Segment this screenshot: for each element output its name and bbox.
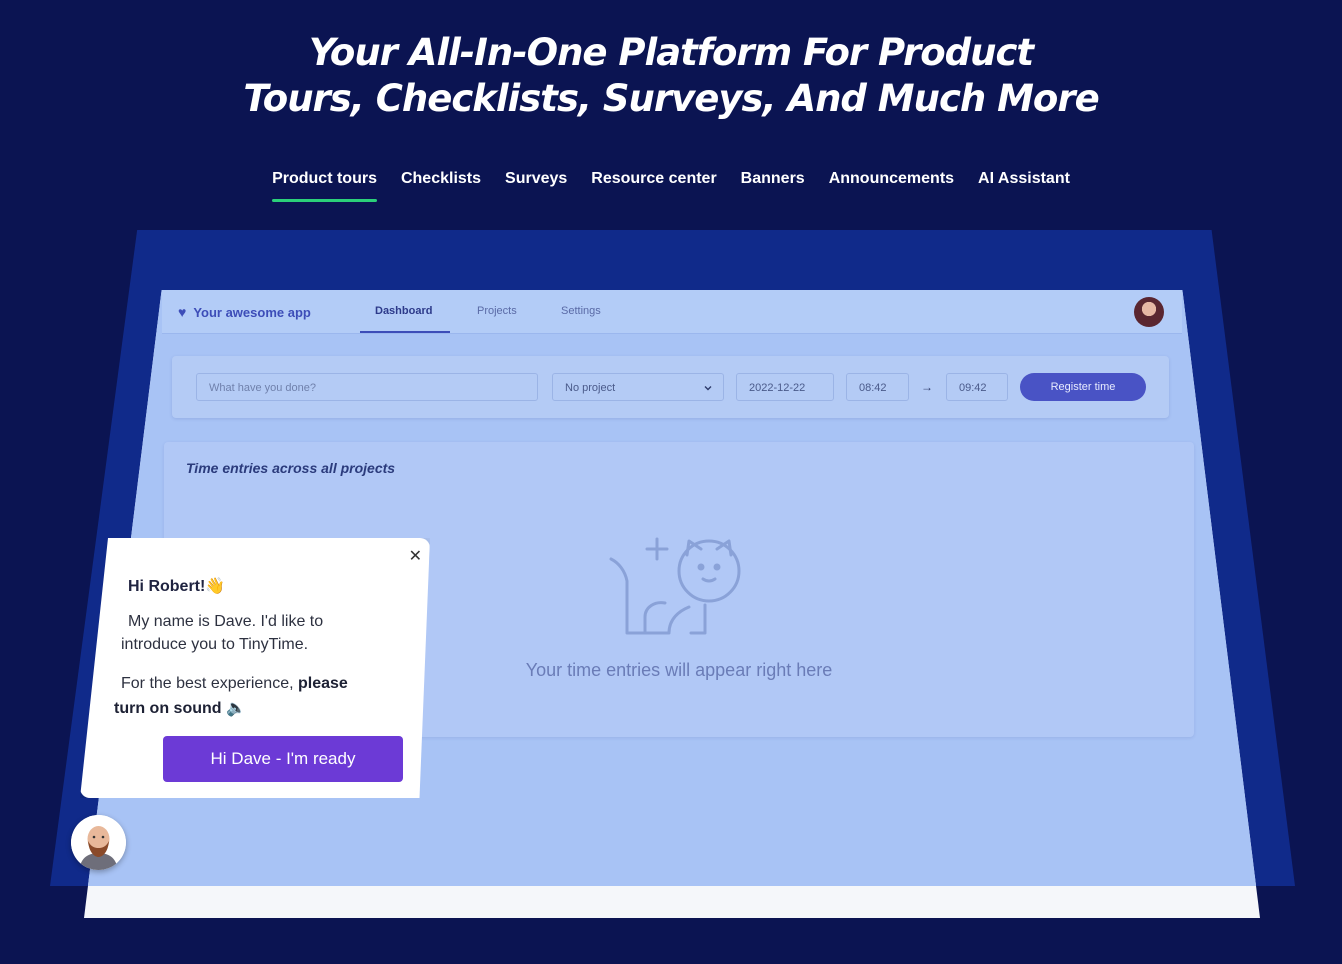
popup-sound-emphasis: please <box>298 675 348 692</box>
app-header: ♥ Your awesome app Dashboard Projects Se… <box>162 290 1182 334</box>
bot-avatar[interactable] <box>71 815 126 870</box>
close-icon[interactable]: ✕ <box>409 546 422 566</box>
speaker-icon: 🔈 <box>225 700 246 717</box>
popup-sound-emphasis-2: turn on sound <box>114 700 222 717</box>
heart-icon: ♥ <box>178 304 187 320</box>
app-nav-settings[interactable]: Settings <box>561 305 601 317</box>
tab-product-tours[interactable]: Product tours <box>272 170 377 202</box>
popup-intro-line-2: introduce you to TinyTime. <box>121 636 309 653</box>
popup-sound-line-2: turn on sound 🔈 <box>114 698 246 718</box>
app-nav-active-indicator <box>360 331 450 333</box>
tab-announcements[interactable]: Announcements <box>829 170 954 202</box>
start-time-input[interactable]: 08:42 <box>846 373 909 401</box>
app-nav-projects[interactable]: Projects <box>477 305 517 317</box>
onboarding-popup: ✕ Hi Robert!👋 My name is Dave. I'd like … <box>80 538 430 798</box>
project-select[interactable]: No project <box>552 373 724 401</box>
popup-greeting: Hi Robert!👋 <box>128 578 226 595</box>
end-time-input[interactable]: 09:42 <box>946 373 1008 401</box>
popup-sound-line-1: For the best experience, please <box>121 675 348 693</box>
hero-title: Your All-In-One Platform For Product Tou… <box>0 30 1342 122</box>
time-entry-form: What have you done? No project 2022-12-2… <box>172 356 1169 418</box>
tab-banners[interactable]: Banners <box>741 170 805 202</box>
chevron-down-icon <box>704 386 712 391</box>
app-brand[interactable]: ♥ Your awesome app <box>178 304 311 320</box>
register-time-button[interactable]: Register time <box>1020 373 1146 401</box>
tab-resource-center[interactable]: Resource center <box>591 170 716 202</box>
popup-intro-line-1: My name is Dave. I'd like to <box>128 613 324 630</box>
popup-sound-text: For the best experience, <box>121 675 294 692</box>
tab-ai-assistant[interactable]: AI Assistant <box>978 170 1070 202</box>
project-select-value: No project <box>565 382 616 394</box>
cat-empty-state-icon <box>609 537 741 635</box>
ready-button[interactable]: Hi Dave - I'm ready <box>163 736 403 782</box>
hero-title-line-2: Tours, Checklists, Surveys, And Much Mor… <box>243 77 1099 120</box>
time-entries-title: Time entries across all projects <box>186 460 396 476</box>
date-input[interactable]: 2022-12-22 <box>736 373 834 401</box>
tab-checklists[interactable]: Checklists <box>401 170 481 202</box>
description-input[interactable]: What have you done? <box>196 373 538 401</box>
hero-title-line-1: Your All-In-One Platform For Product <box>308 31 1034 74</box>
feature-tabs: Product tours Checklists Surveys Resourc… <box>0 170 1342 202</box>
user-avatar[interactable] <box>1134 297 1164 327</box>
app-nav-dashboard[interactable]: Dashboard <box>375 305 432 317</box>
avatar-illustration <box>71 815 126 870</box>
tab-surveys[interactable]: Surveys <box>505 170 567 202</box>
app-brand-label: Your awesome app <box>193 304 311 320</box>
arrow-right-icon: → <box>921 380 933 394</box>
